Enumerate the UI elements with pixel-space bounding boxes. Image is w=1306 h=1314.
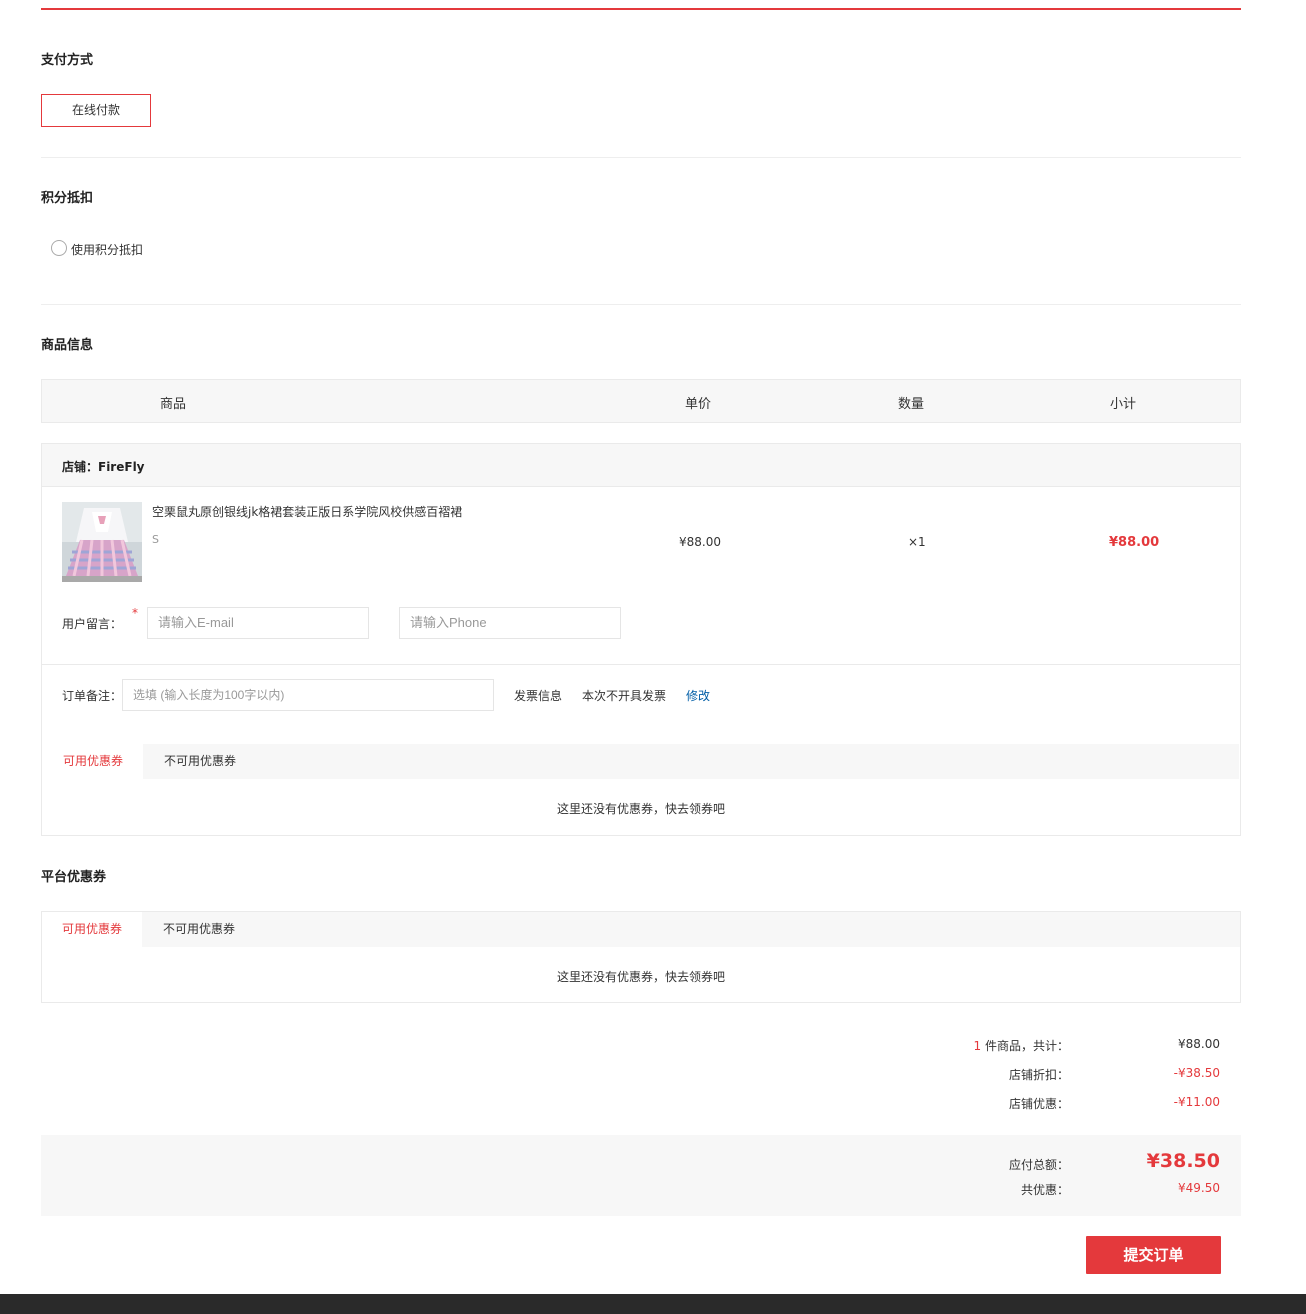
online-payment-option[interactable]: 在线付款 bbox=[41, 94, 151, 127]
required-mark: * bbox=[132, 606, 138, 620]
email-input[interactable]: 请输入E-mail bbox=[147, 607, 369, 639]
shop-coupon-tabs: 可用优惠券 不可用优惠券 bbox=[43, 744, 1239, 779]
platform-coupon-box: 可用优惠券 不可用优惠券 这里还没有优惠券，快去领券吧 bbox=[41, 911, 1241, 1003]
divider bbox=[41, 157, 1241, 158]
payment-section-title: 支付方式 bbox=[41, 53, 94, 68]
order-note-label: 订单备注： bbox=[62, 689, 123, 703]
invoice-value: 本次不开具发票 bbox=[582, 689, 667, 703]
goods-count: 1 bbox=[973, 1039, 982, 1053]
tab-unavailable-coupons[interactable]: 不可用优惠券 bbox=[143, 744, 257, 779]
summary-goods-total-row: 1 件商品，共计： ¥88.00 bbox=[0, 1037, 1306, 1055]
shop-discount-label: 店铺折扣： bbox=[1008, 1068, 1069, 1082]
saved-label: 共优惠： bbox=[1020, 1183, 1069, 1197]
summary-goods-total: ¥88.00 bbox=[1178, 1037, 1220, 1051]
divider bbox=[41, 304, 1241, 305]
shop-order-box: 店铺：FireFly 空栗鼠丸原创银线jk格裙套装正版日系学院风校供感百褶裙 S… bbox=[41, 443, 1241, 836]
footer-bar bbox=[0, 1294, 1306, 1314]
payable-label: 应付总额： bbox=[1008, 1158, 1069, 1172]
saved-row: 共优惠： ¥49.50 bbox=[0, 1181, 1306, 1199]
points-section-title: 积分抵扣 bbox=[41, 191, 94, 206]
goods-section-title: 商品信息 bbox=[41, 338, 94, 353]
divider bbox=[42, 664, 1240, 665]
product-spec: S bbox=[152, 533, 159, 546]
summary-shop-discount-row: 店铺折扣： -¥38.50 bbox=[0, 1066, 1306, 1084]
user-message-label: 用户留言： bbox=[62, 617, 123, 631]
order-note-input[interactable]: 选填 (输入长度为100字以内) bbox=[122, 679, 494, 711]
product-name[interactable]: 空栗鼠丸原创银线jk格裙套装正版日系学院风校供感百褶裙 bbox=[152, 503, 462, 520]
goods-count-suffix: 件商品，共计： bbox=[984, 1039, 1069, 1053]
payable-row: 应付总额： ¥38.50 bbox=[0, 1150, 1306, 1176]
shop-discount-value: -¥38.50 bbox=[1173, 1066, 1220, 1080]
platform-coupon-tabs: 可用优惠券 不可用优惠券 bbox=[42, 912, 1240, 947]
use-points-radio[interactable] bbox=[51, 240, 67, 256]
column-header-price: 单价 bbox=[685, 397, 712, 412]
column-header-qty: 数量 bbox=[898, 397, 925, 412]
product-unit-price: ¥88.00 bbox=[679, 535, 721, 549]
shop-coupon-empty-message: 这里还没有优惠券，快去领券吧 bbox=[556, 802, 725, 816]
product-image[interactable] bbox=[62, 502, 142, 582]
column-header-subtotal: 小计 bbox=[1110, 397, 1137, 412]
shop-name[interactable]: 店铺：FireFly bbox=[62, 458, 145, 475]
tab-available-coupons[interactable]: 可用优惠券 bbox=[42, 912, 142, 947]
shop-coupon-value: -¥11.00 bbox=[1173, 1095, 1220, 1109]
platform-coupon-empty-message: 这里还没有优惠券，快去领券吧 bbox=[556, 970, 725, 984]
invoice-label: 发票信息 bbox=[514, 689, 563, 703]
saved-value: ¥49.50 bbox=[1178, 1181, 1220, 1195]
goods-table-header: 商品 单价 数量 小计 bbox=[41, 379, 1241, 423]
submit-order-button[interactable]: 提交订单 bbox=[1086, 1236, 1221, 1274]
phone-input[interactable]: 请输入Phone bbox=[399, 607, 621, 639]
use-points-label[interactable]: 使用积分抵扣 bbox=[71, 241, 143, 258]
platform-coupon-title: 平台优惠券 bbox=[41, 870, 107, 885]
tab-unavailable-coupons[interactable]: 不可用优惠券 bbox=[142, 912, 256, 947]
shop-header: 店铺：FireFly bbox=[42, 444, 1240, 487]
top-accent-line bbox=[41, 8, 1241, 10]
column-header-goods: 商品 bbox=[160, 397, 187, 412]
product-quantity: ×1 bbox=[908, 535, 926, 549]
summary-goods-count: 1 件商品，共计： bbox=[974, 1037, 1069, 1054]
summary-shop-coupon-row: 店铺优惠： -¥11.00 bbox=[0, 1095, 1306, 1113]
tab-available-coupons[interactable]: 可用优惠券 bbox=[43, 744, 143, 779]
shop-coupon-label: 店铺优惠： bbox=[1008, 1097, 1069, 1111]
invoice-edit-link[interactable]: 修改 bbox=[686, 687, 710, 704]
payable-total: ¥38.50 bbox=[1146, 1150, 1220, 1172]
product-subtotal: ¥88.00 bbox=[1109, 535, 1160, 550]
